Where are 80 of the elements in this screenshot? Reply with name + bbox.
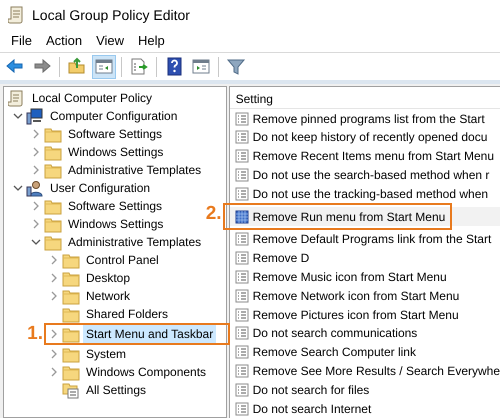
tree-item[interactable]: Administrative Templates — [65, 161, 204, 179]
policy-icon — [234, 251, 249, 266]
callout-number: 2. — [206, 204, 222, 224]
tree-item[interactable]: Software Settings — [65, 125, 166, 143]
policy-icon — [234, 364, 249, 378]
folder-icon — [62, 364, 80, 380]
folder-icon — [44, 144, 62, 160]
policy-icon — [234, 308, 249, 322]
policy-row[interactable]: Do not use the tracking-based method when — [230, 184, 500, 204]
folder-up-icon — [67, 57, 87, 76]
window-title: Local Group Policy Editor — [32, 6, 190, 25]
policy-row[interactable]: Do not search Internet — [230, 399, 500, 418]
callout-number: 1. — [27, 324, 43, 344]
settings-list-icon — [62, 382, 80, 398]
tree-item[interactable]: System — [83, 345, 130, 363]
folder-icon — [62, 288, 80, 304]
menu-item[interactable]: Help — [131, 31, 172, 51]
policy-icon — [234, 382, 249, 397]
tree-item[interactable]: All Settings — [83, 381, 150, 399]
policy-row[interactable]: Remove Run menu from Start Menu — [230, 207, 500, 226]
policy-icon — [234, 186, 249, 201]
menu-item[interactable]: File — [4, 31, 39, 51]
policy-row[interactable]: Remove Pictures icon from Start Menu — [230, 305, 500, 324]
tree-item[interactable]: Windows Settings — [65, 143, 166, 161]
menu-item[interactable]: Action — [38, 31, 90, 51]
policy-icon — [234, 270, 249, 284]
policy-row[interactable]: Do not search communications — [230, 324, 500, 343]
user-icon — [26, 180, 44, 196]
policy-row[interactable]: Do not keep history of recently opened docu — [230, 128, 500, 147]
scroll-icon — [8, 6, 24, 24]
folder-icon — [44, 216, 62, 232]
tree-item[interactable]: Desktop — [83, 269, 134, 287]
tree-item[interactable]: Windows Settings — [65, 215, 166, 233]
policy-row[interactable]: Remove Recent Items menu from Start Menu — [230, 146, 500, 166]
pane-icon — [191, 57, 211, 76]
folder-icon — [62, 306, 80, 322]
policy-icon — [234, 130, 249, 144]
folder-icon — [62, 346, 80, 362]
policy-row[interactable]: Remove pinned programs list from the Start — [230, 109, 500, 128]
column-header[interactable]: Setting — [230, 89, 500, 110]
policy-icon — [234, 232, 249, 246]
policy-row[interactable]: Remove Network icon from Start Menu — [230, 286, 500, 306]
folder-icon — [62, 252, 80, 268]
policy-icon — [234, 149, 249, 164]
folder-icon — [44, 126, 62, 142]
back-arrow-icon — [5, 57, 25, 76]
policy-icon — [234, 168, 249, 182]
folder-icon — [44, 198, 62, 214]
folder-icon — [62, 270, 80, 286]
tree-item[interactable]: Administrative Templates — [65, 233, 204, 251]
policy-row[interactable]: Remove Search Computer link — [230, 342, 500, 362]
filter-icon — [226, 57, 246, 76]
policy-icon — [234, 288, 249, 303]
pane-icon — [94, 57, 114, 76]
tree-item[interactable]: Local Computer Policy — [29, 89, 156, 107]
tree-item[interactable]: User Configuration — [47, 179, 154, 197]
policy-row[interactable]: Do not use the search-based method when r — [230, 166, 500, 184]
export-list-icon — [129, 57, 149, 76]
tree-item[interactable]: Control Panel — [83, 251, 162, 269]
policy-icon — [234, 326, 249, 340]
tree-item[interactable]: Computer Configuration — [47, 107, 180, 125]
computer-icon — [26, 108, 44, 124]
policy-row[interactable]: Remove Default Programs link from the Start — [230, 230, 500, 249]
tree-item[interactable]: Software Settings — [65, 197, 166, 215]
tree-item[interactable]: Start Menu and Taskbar — [83, 325, 216, 343]
folder-icon — [62, 326, 80, 342]
policy-icon — [234, 112, 249, 126]
tree-item[interactable]: Shared Folders — [83, 305, 172, 323]
tree-item[interactable]: Windows Components — [83, 363, 210, 381]
policy-icon — [234, 345, 249, 360]
forward-arrow-icon — [32, 57, 52, 76]
menu-item[interactable]: View — [89, 31, 132, 51]
policy-row[interactable]: Remove D — [230, 248, 500, 268]
tree-item[interactable]: Network — [83, 287, 134, 305]
policy-icon — [234, 210, 249, 224]
policy-row[interactable]: Remove Music icon from Start Menu — [230, 268, 500, 286]
folder-icon — [44, 234, 62, 250]
policy-row[interactable]: Do not search for files — [230, 380, 500, 400]
policy-row[interactable]: Remove See More Results / Search Everywhe — [230, 362, 500, 380]
folder-icon — [44, 162, 62, 178]
